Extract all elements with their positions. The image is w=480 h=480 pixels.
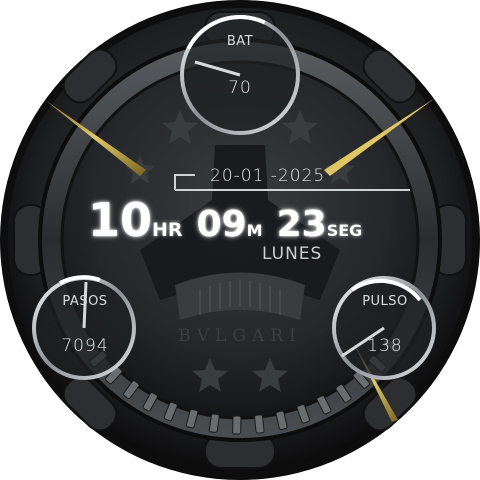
steps-value: 7094 [61, 336, 109, 356]
battery-label: BAT [226, 34, 254, 49]
time-hours-unit: HR [152, 219, 183, 241]
gear-tooth [254, 414, 265, 434]
steps-label: PASOS [62, 294, 108, 309]
day-text: LUNES [262, 244, 323, 264]
brand-logo: BVLGARI [178, 326, 302, 346]
time-hours: 10 [88, 193, 153, 247]
time-seconds-unit: SEG [326, 221, 363, 240]
time-display: 10HR 09M 23SEG [88, 193, 398, 247]
time-minutes-unit: M [246, 221, 263, 240]
date-text: 20-01 -2025 [210, 166, 326, 186]
battery-subdial [180, 15, 300, 135]
battery-value: 70 [228, 78, 252, 98]
watch-face: BAT 70 PASOS 7094 PULSO 138 20-01 -2025 … [0, 0, 480, 480]
gear-tooth [232, 415, 242, 435]
steps-subdial [32, 275, 136, 380]
pulse-label: PULSO [362, 294, 408, 309]
time-minutes: 09 [196, 204, 247, 245]
pulse-subdial [332, 276, 436, 380]
pulse-value: 138 [367, 336, 403, 356]
time-seconds: 23 [276, 204, 327, 245]
